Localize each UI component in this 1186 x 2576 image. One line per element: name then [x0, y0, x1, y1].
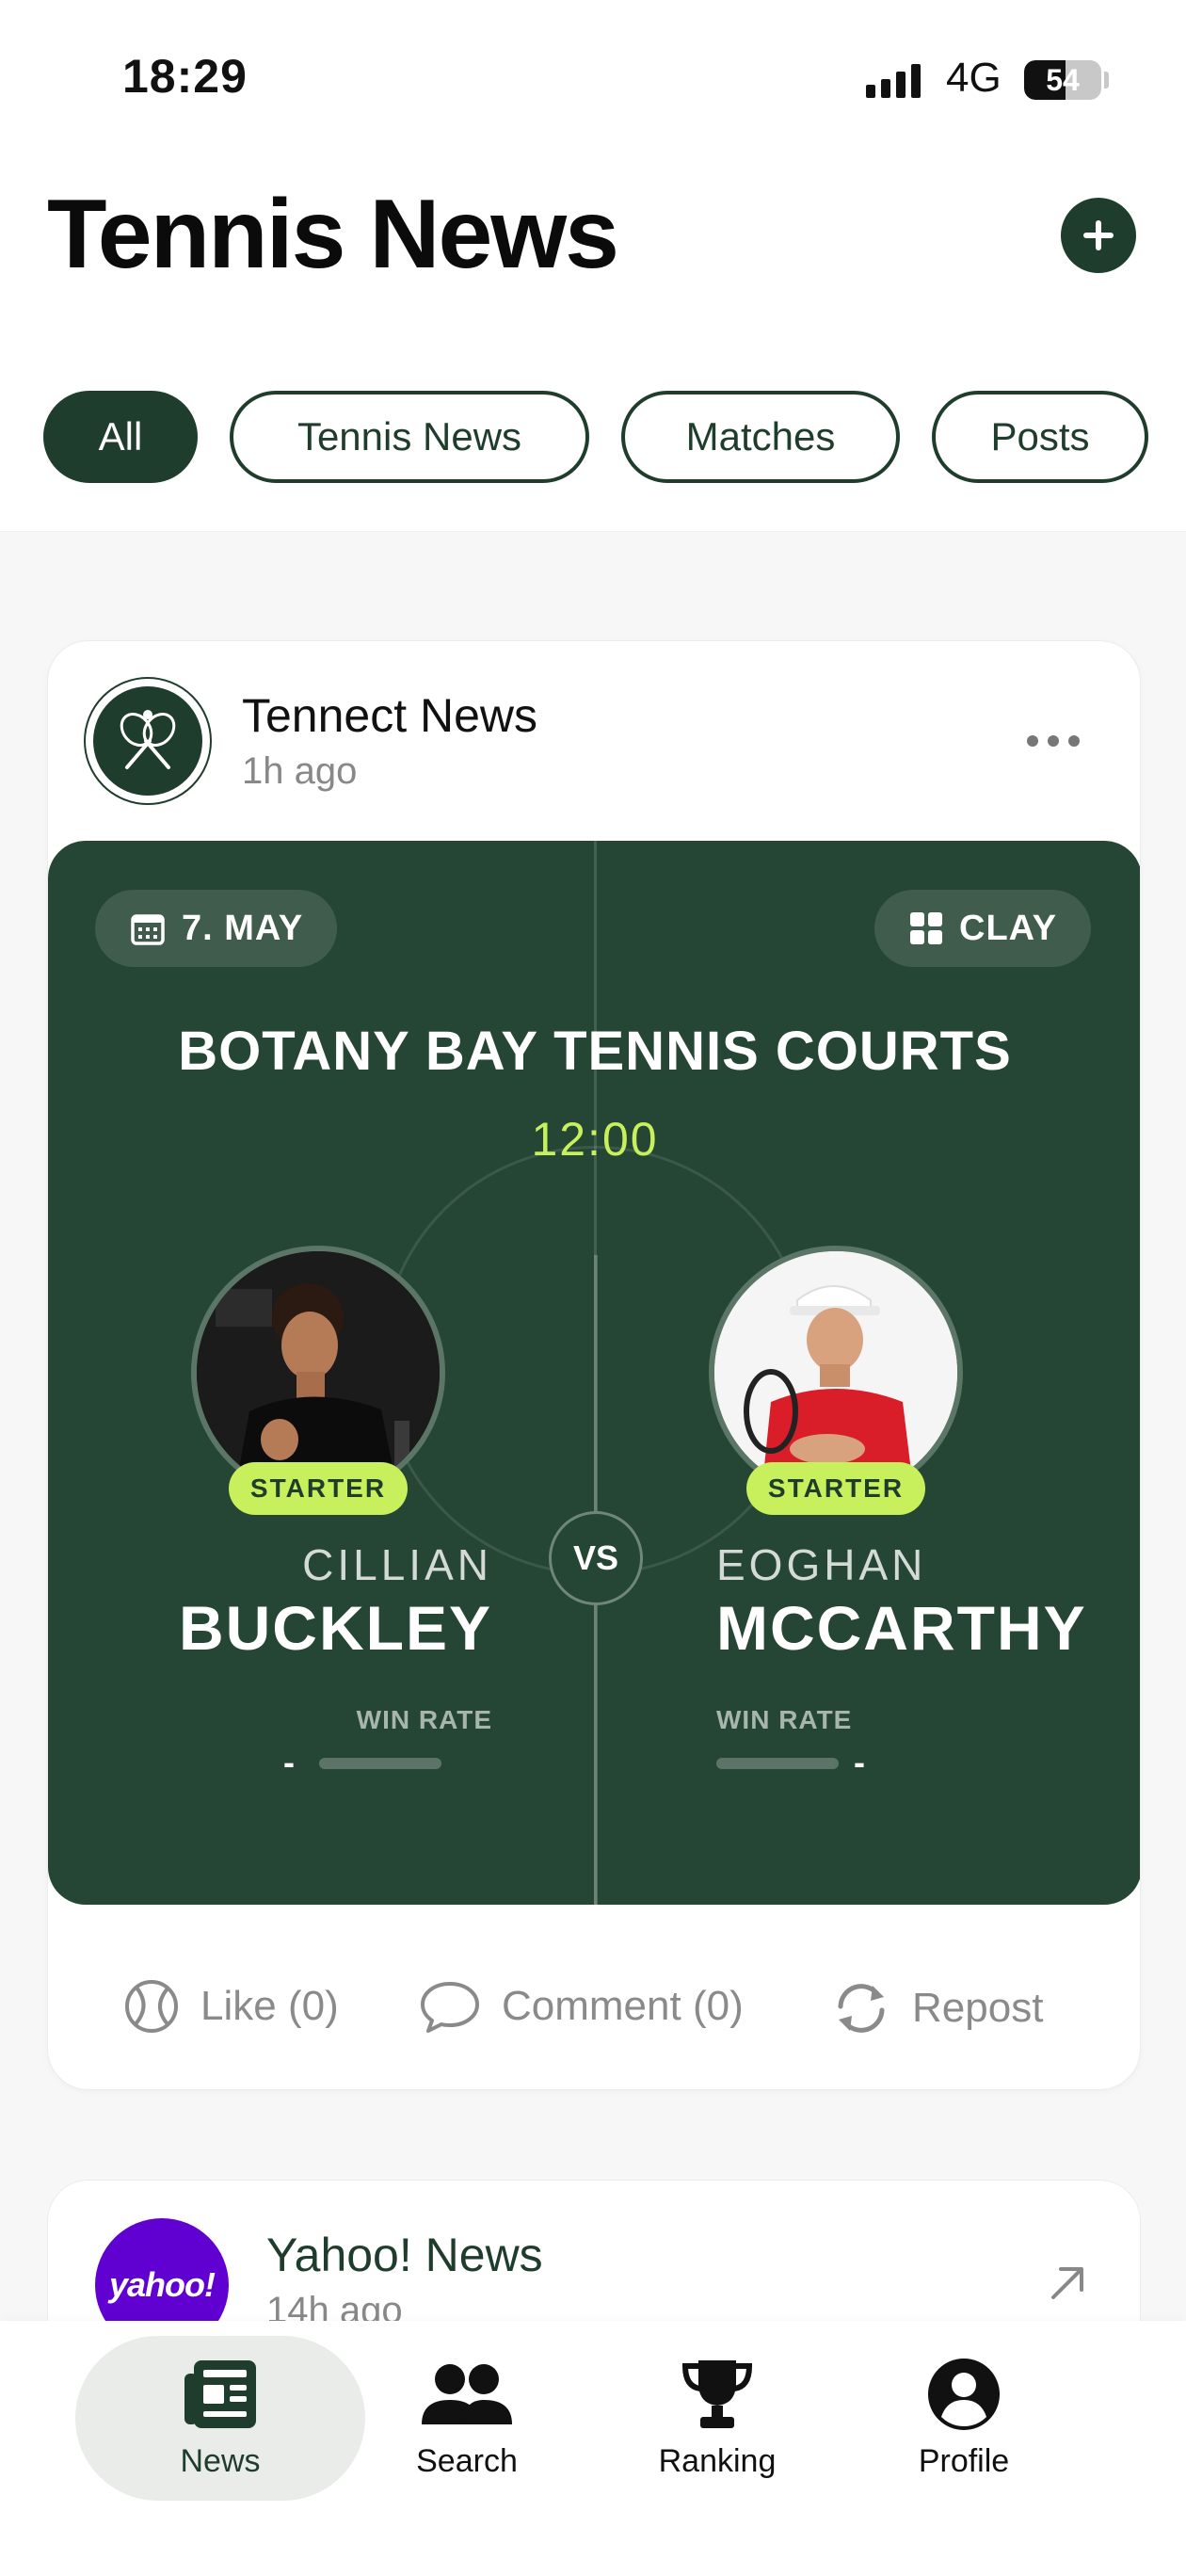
player2-win-rate-value: - — [854, 1743, 865, 1781]
nav-news[interactable]: News — [117, 2355, 324, 2480]
player2-first-name: EOGHAN — [716, 1540, 927, 1589]
player1-win-rate-value: - — [283, 1743, 295, 1781]
newspaper-icon — [184, 2360, 256, 2428]
post-actions: Like (0) Comment (0) Repost — [48, 1959, 1140, 2053]
match-surface: CLAY — [959, 908, 1057, 948]
post-card: Tennect News 1h ago 7. MAY CLAY BOTANY B… — [47, 640, 1141, 2090]
player1-first-name: CILLIAN — [302, 1540, 492, 1589]
repost-label: Repost — [912, 1985, 1044, 2031]
player1-win-rate-label: WIN RATE — [356, 1705, 492, 1734]
status-bar: 18:29 4G 54 — [0, 0, 1186, 160]
player2-starter-badge: STARTER — [746, 1462, 925, 1515]
nav-label-news: News — [180, 2443, 261, 2479]
surface-pill: CLAY — [874, 890, 1091, 967]
filter-chip-matches[interactable]: Matches — [621, 391, 900, 483]
plus-icon — [1083, 220, 1114, 250]
more-options-icon[interactable] — [1027, 735, 1080, 747]
header: Tennis News — [0, 160, 1186, 339]
repost-button[interactable]: Repost — [831, 1978, 1043, 2038]
calendar-icon — [131, 914, 165, 945]
add-button[interactable] — [1061, 198, 1136, 273]
comment-button[interactable]: Comment (0) — [419, 1978, 744, 2035]
network-type: 4G — [946, 55, 1002, 101]
post-author[interactable]: Tennect News — [242, 688, 537, 743]
player2-win-rate-bar — [716, 1758, 839, 1769]
filter-chip-posts[interactable]: Posts — [932, 391, 1148, 483]
comment-label: Comment (0) — [502, 1983, 744, 2029]
nav-search[interactable]: Search — [363, 2355, 570, 2480]
player1-last-name: BUCKLEY — [178, 1593, 492, 1663]
player2-portrait — [714, 1251, 957, 1494]
battery-nub — [1104, 72, 1109, 89]
external-link-icon[interactable] — [1046, 2262, 1089, 2305]
post-time: 1h ago — [242, 750, 358, 792]
avatar[interactable] — [84, 677, 212, 805]
filter-chip-tennis-news[interactable]: Tennis News — [230, 391, 589, 483]
player1-win-rate-bar — [319, 1758, 441, 1769]
nav-label-search: Search — [416, 2443, 518, 2479]
match-venue: BOTANY BAY TENNIS COURTS — [178, 1021, 1012, 1082]
app-root: 18:29 4G 54 Tennis News All Tennis News … — [0, 0, 1186, 2576]
player1-portrait — [197, 1251, 440, 1494]
post-author[interactable]: Yahoo! News — [266, 2228, 543, 2282]
match-time: 12:00 — [531, 1113, 659, 1166]
player2-win-rate-label: WIN RATE — [716, 1705, 853, 1734]
vs-badge: VS — [549, 1511, 643, 1605]
filter-chip-all[interactable]: All — [43, 391, 198, 483]
comment-icon — [421, 1982, 479, 2033]
rackets-logo-icon — [93, 686, 202, 796]
status-time: 18:29 — [122, 50, 248, 103]
battery-level: 54 — [1046, 63, 1080, 97]
repost-icon — [838, 1984, 885, 2033]
filter-bar: All Tennis News Matches Posts — [0, 339, 1186, 532]
tennis-ball-icon — [125, 1980, 178, 2033]
match-date: 7. MAY — [182, 908, 304, 948]
signal-icon — [866, 60, 921, 98]
profile-icon — [928, 2359, 1000, 2430]
nav-label-ranking: Ranking — [658, 2443, 777, 2479]
nav-ranking[interactable]: Ranking — [614, 2355, 821, 2480]
page-title: Tennis News — [47, 180, 619, 289]
player2-last-name: MCCARTHY — [716, 1593, 1087, 1663]
battery-icon: 54 — [1024, 60, 1101, 100]
bottom-nav: News Search Ranking Profile — [0, 2321, 1186, 2576]
trophy-icon — [681, 2360, 753, 2428]
like-button[interactable]: Like (0) — [123, 1978, 339, 2035]
grid-icon — [910, 912, 942, 944]
like-label: Like (0) — [200, 1983, 339, 2029]
date-pill: 7. MAY — [95, 890, 338, 967]
nav-label-profile: Profile — [918, 2443, 1010, 2479]
player1-starter-badge: STARTER — [229, 1462, 408, 1515]
nav-profile[interactable]: Profile — [860, 2355, 1067, 2480]
people-icon — [422, 2364, 512, 2424]
match-card[interactable]: 7. MAY CLAY BOTANY BAY TENNIS COURTS 12:… — [48, 841, 1140, 1905]
